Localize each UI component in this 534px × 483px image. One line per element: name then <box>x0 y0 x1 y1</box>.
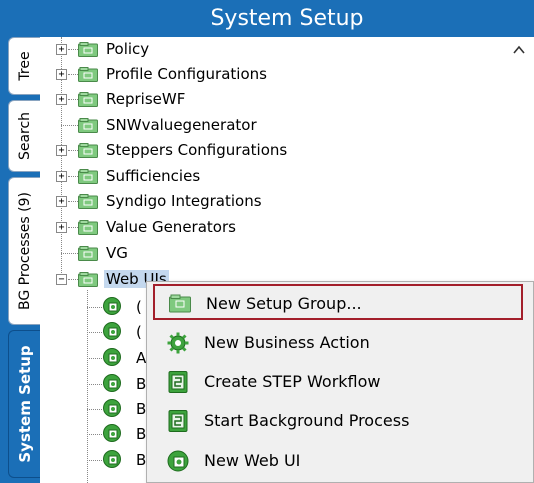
tree-connector <box>61 125 78 126</box>
tree-item-label: ( <box>136 323 142 341</box>
tree-item-label: ( <box>136 298 142 316</box>
expand-icon[interactable]: + <box>56 171 67 182</box>
folder-icon <box>78 194 98 209</box>
background-process-icon <box>168 410 188 432</box>
menu-item-new-web-ui[interactable]: New Web UI <box>153 443 523 479</box>
business-action-gear-icon <box>167 332 189 354</box>
tree-item-reprisewf[interactable]: + RepriseWF <box>40 88 500 112</box>
tab-bg-processes[interactable]: BG Processes (9) <box>8 177 40 325</box>
tree-item-label: B <box>136 400 147 418</box>
expand-icon[interactable]: + <box>56 222 67 233</box>
tree-item-label: B <box>136 375 147 393</box>
folder-icon <box>78 246 98 261</box>
tree-item-label: VG <box>106 244 128 262</box>
tree-item-snwvaluegenerator[interactable]: SNWvaluegenerator <box>40 114 500 138</box>
tree-item-label: Value Generators <box>106 218 236 236</box>
tree-connector <box>68 74 78 75</box>
tree-item-steppers-configurations[interactable]: + Steppers Configurations <box>40 139 500 163</box>
tree-connector <box>68 176 78 177</box>
tree-item-label: A <box>136 349 147 367</box>
tree-item-syndigo-integrations[interactable]: + Syndigo Integrations <box>40 190 500 214</box>
folder-icon <box>78 118 98 133</box>
collapse-icon[interactable]: − <box>56 274 67 285</box>
expand-icon[interactable]: + <box>56 44 67 55</box>
tree-connector <box>87 409 102 410</box>
tree-connector <box>87 358 102 359</box>
tree-connector <box>61 253 78 254</box>
folder-icon <box>78 42 98 57</box>
tree-guide-line <box>87 290 88 483</box>
menu-item-label: Start Background Process <box>204 411 410 430</box>
web-ui-globe-icon <box>103 374 121 392</box>
expand-icon[interactable]: + <box>56 94 67 105</box>
tree-connector <box>87 384 102 385</box>
tree-connector <box>68 279 78 280</box>
folder-icon <box>78 92 98 107</box>
tab-tree[interactable]: Tree <box>8 37 40 95</box>
tree-connector <box>87 332 102 333</box>
menu-item-start-background-process[interactable]: Start Background Process <box>153 403 523 439</box>
tree-item-label: Policy <box>106 40 150 58</box>
tree-connector <box>68 99 78 100</box>
expand-icon[interactable]: + <box>56 196 67 207</box>
tree-item-policy[interactable]: + Policy <box>40 38 500 62</box>
tree-item-label: B <box>136 451 147 469</box>
panel-title: System Setup <box>40 0 534 37</box>
web-ui-globe-icon <box>103 348 121 366</box>
scroll-up-icon[interactable] <box>512 43 526 57</box>
expand-icon[interactable]: + <box>56 69 67 80</box>
menu-item-label: New Business Action <box>204 333 370 352</box>
web-ui-globe-icon <box>103 450 121 468</box>
tree-connector <box>68 49 78 50</box>
web-ui-globe-icon <box>167 450 189 472</box>
web-ui-globe-icon <box>103 297 121 315</box>
workflow-icon <box>168 371 188 393</box>
tree-item-label: Profile Configurations <box>106 65 267 83</box>
setup-group-icon <box>169 294 191 313</box>
tree-connector <box>68 227 78 228</box>
menu-item-create-step-workflow[interactable]: Create STEP Workflow <box>153 364 523 400</box>
menu-item-new-business-action[interactable]: New Business Action <box>153 325 523 361</box>
tree-connector <box>68 201 78 202</box>
tree-connector <box>87 307 102 308</box>
web-ui-globe-icon <box>103 399 121 417</box>
tree-item-label: Syndigo Integrations <box>106 192 262 210</box>
menu-item-label: New Web UI <box>204 451 301 470</box>
folder-icon <box>78 143 98 158</box>
tab-system-setup[interactable]: System Setup <box>8 330 40 478</box>
tree-item-label: Sufficiencies <box>106 167 201 185</box>
tree-item-label: Steppers Configurations <box>106 141 288 159</box>
tree-item-label: B <box>136 425 147 443</box>
tree-item-profile-configurations[interactable]: + Profile Configurations <box>40 63 500 87</box>
tree-item-sufficiencies[interactable]: + Sufficiencies <box>40 165 500 189</box>
tab-system-setup-label: System Setup <box>15 345 34 463</box>
vertical-tab-strip: Tree Search BG Processes (9) System Setu… <box>0 0 40 483</box>
web-ui-globe-icon <box>103 322 121 340</box>
context-menu: New Setup Group... New Business Action C… <box>146 281 534 483</box>
tab-search[interactable]: Search <box>8 100 40 172</box>
tree-item-vg[interactable]: VG <box>40 242 500 266</box>
tab-tree-label: Tree <box>16 51 33 81</box>
tree-item-value-generators[interactable]: + Value Generators <box>40 216 500 240</box>
expand-icon[interactable]: + <box>56 145 67 156</box>
tab-bg-processes-label: BG Processes (9) <box>16 192 33 310</box>
tab-search-label: Search <box>16 111 33 161</box>
tree-connector <box>87 460 102 461</box>
tree-connector <box>68 150 78 151</box>
web-ui-globe-icon <box>103 424 121 442</box>
menu-item-label: Create STEP Workflow <box>204 372 381 391</box>
menu-item-label: New Setup Group... <box>206 294 362 313</box>
folder-icon <box>78 169 98 184</box>
tree-item-label: SNWvaluegenerator <box>106 116 257 134</box>
menu-item-new-setup-group[interactable]: New Setup Group... <box>153 284 523 320</box>
folder-icon <box>78 272 98 287</box>
tree-connector <box>87 434 102 435</box>
folder-icon <box>78 67 98 82</box>
folder-icon <box>78 220 98 235</box>
tree-item-label: RepriseWF <box>106 90 186 108</box>
